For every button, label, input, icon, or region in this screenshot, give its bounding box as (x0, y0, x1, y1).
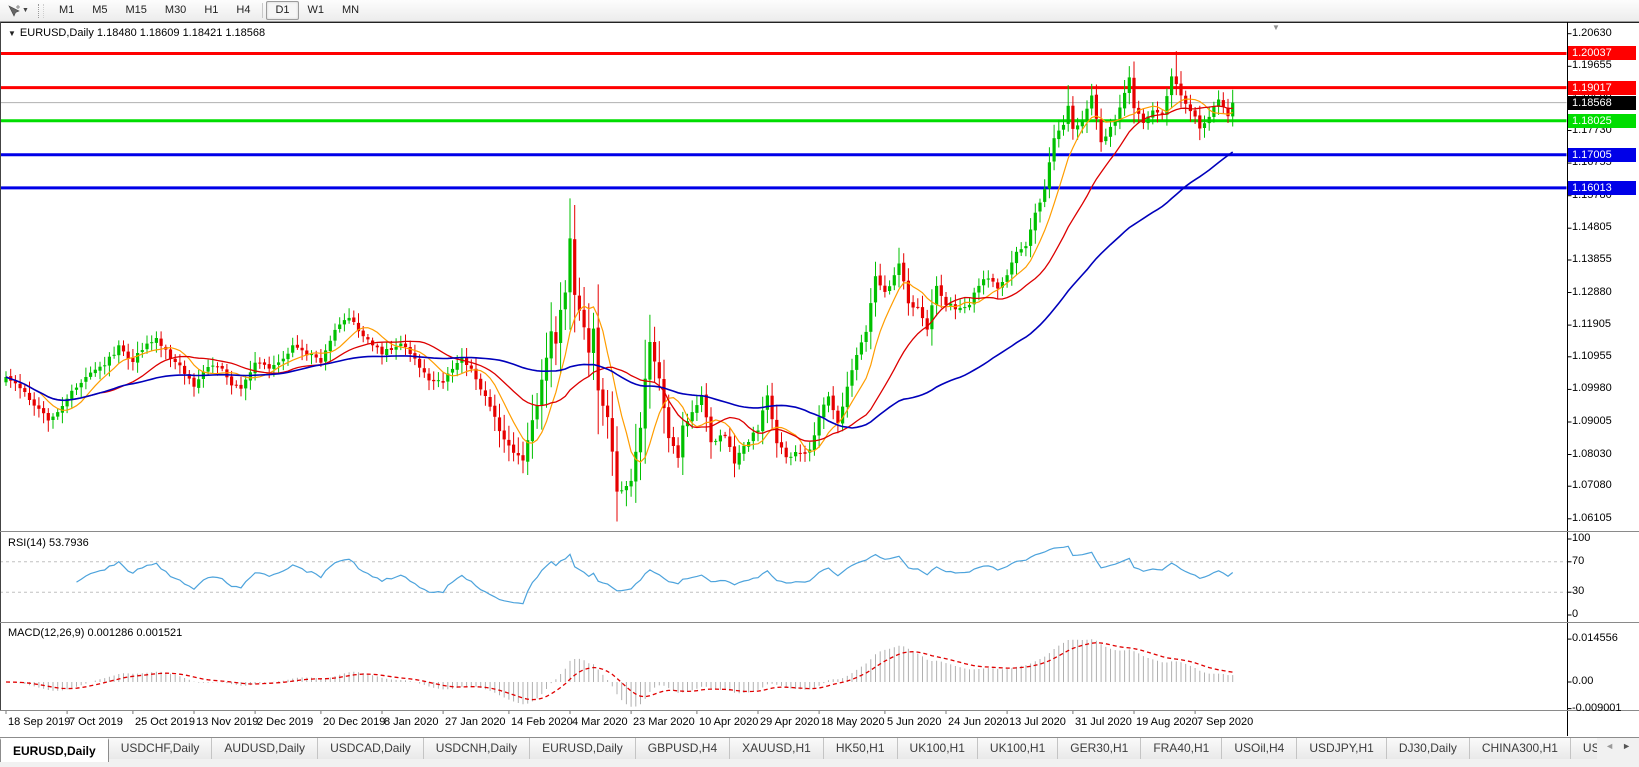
chart-tab-hk50-h1[interactable]: HK50,H1 (823, 738, 898, 759)
chart-tab-ger30-h1[interactable]: GER30,H1 (1058, 738, 1142, 759)
chart-shift-marker-icon[interactable]: ▼ (1272, 23, 1280, 32)
date-axis-label: 8 Jan 2020 (384, 716, 439, 728)
date-axis-label: 7 Oct 2019 (69, 716, 123, 728)
chart-tab-gbpusd-h4[interactable]: GBPUSD,H4 (635, 738, 731, 759)
cursor-tool-button[interactable]: ▼ (4, 3, 32, 19)
timeframe-button-m15[interactable]: M15 (117, 1, 156, 20)
macd-axis-tick-label: 0.014556 (1572, 632, 1618, 644)
toolbar-grip (37, 3, 44, 18)
price-axis-tick-label: 1.10955 (1572, 350, 1612, 362)
chart-tab-eurusd-daily[interactable]: EURUSD,Daily (530, 738, 636, 759)
toolbar-separator (262, 3, 264, 18)
chart-tab-eurusd-daily[interactable]: EURUSD,Daily (0, 738, 109, 762)
price-level-badge[interactable]: 1.18025 (1568, 114, 1636, 128)
chart-tab-usoil-h1[interactable]: USOil,H1 (1570, 738, 1598, 759)
date-axis-label: 5 Jun 2020 (887, 716, 942, 728)
chart-tab-xauusd-h1[interactable]: XAUUSD,H1 (730, 738, 824, 759)
chart-tab-dj30-daily[interactable]: DJ30,Daily (1386, 738, 1470, 759)
date-axis-label: 4 Mar 2020 (572, 716, 628, 728)
date-axis-label: 27 Jan 2020 (445, 716, 506, 728)
timeframe-button-h4[interactable]: H4 (227, 1, 259, 20)
chart-tab-bar: EURUSD,Daily USDCHF,Daily AUDUSD,Daily USDC… (0, 737, 1639, 767)
date-axis-label: 20 Dec 2019 (323, 716, 386, 728)
price-axis-tick-label: 1.12880 (1572, 286, 1612, 298)
date-axis-label: 10 Apr 2020 (699, 716, 759, 728)
chart-canvas (0, 22, 1639, 736)
date-axis-label: 19 Aug 2020 (1136, 716, 1198, 728)
timeframe-toolbar: ▼ M1 M5 M15 M30 H1 H4 D1 W1 MN (0, 0, 1639, 22)
timeframe-button-mn[interactable]: MN (333, 1, 368, 20)
price-axis-tick-label: 1.07080 (1572, 479, 1612, 491)
chart-tab-uk100-h1[interactable]: UK100,H1 (897, 738, 978, 759)
price-axis-tick-label: 1.09005 (1572, 415, 1612, 427)
date-axis-label: 13 Jul 2020 (1009, 716, 1066, 728)
rsi-axis-tick-label: 100 (1572, 532, 1591, 544)
price-level-badge[interactable]: 1.17005 (1568, 148, 1636, 162)
date-axis-label: 7 Sep 2020 (1197, 716, 1254, 728)
timeframe-buttons: M1 M5 M15 M30 H1 H4 D1 W1 MN (50, 1, 368, 20)
rsi-axis-tick-label: 30 (1572, 585, 1585, 597)
date-axis-label: 13 Nov 2019 (196, 716, 259, 728)
chart-tab-usdchf-daily[interactable]: USDCHF,Daily (108, 738, 213, 759)
price-axis-tick-label: 1.06105 (1572, 512, 1612, 524)
current-price-badge: 1.18568 (1568, 96, 1636, 110)
tabs-scroll-left-button[interactable]: ◄ (1605, 741, 1614, 751)
date-axis-label: 14 Feb 2020 (511, 716, 573, 728)
price-axis-tick-label: 1.13855 (1572, 253, 1612, 265)
date-axis-label: 2 Dec 2019 (257, 716, 314, 728)
date-axis-label: 24 Jun 2020 (948, 716, 1009, 728)
chart-tab-audusd-daily[interactable]: AUDUSD,Daily (212, 738, 319, 759)
price-level-badge[interactable]: 1.19017 (1568, 81, 1636, 95)
chart-tab-usdjpy-h1[interactable]: USDJPY,H1 (1297, 738, 1387, 759)
timeframe-button-h1[interactable]: H1 (195, 1, 227, 20)
chart-tab-uk100-h1[interactable]: UK100,H1 (977, 738, 1059, 759)
price-axis-tick-label: 1.14805 (1572, 221, 1612, 233)
rsi-axis-tick-label: 70 (1572, 555, 1585, 567)
price-level-badge[interactable]: 1.20037 (1568, 46, 1636, 60)
chart-tab-usdcnh-daily[interactable]: USDCNH,Daily (423, 738, 531, 759)
symbol-dropdown-icon[interactable]: ▼ (8, 29, 16, 38)
chart-stage[interactable]: ▼ EURUSD,Daily 1.18480 1.18609 1.18421 1.… (0, 22, 1639, 737)
chart-tab-china300-h1[interactable]: CHINA300,H1 (1469, 738, 1571, 759)
chart-tabs: EURUSD,Daily USDCHF,Daily AUDUSD,Daily USDC… (0, 738, 1598, 762)
tabs-scroll-right-button[interactable]: ► (1622, 741, 1631, 751)
timeframe-button-m30[interactable]: M30 (156, 1, 195, 20)
chart-title: ▼ EURUSD,Daily 1.18480 1.18609 1.18421 1.… (8, 27, 265, 39)
timeframe-button-m5[interactable]: M5 (83, 1, 116, 20)
macd-indicator-label: MACD(12,26,9) 0.001286 0.001521 (8, 627, 183, 639)
date-axis-label: 25 Oct 2019 (135, 716, 195, 728)
chart-title-text: EURUSD,Daily 1.18480 1.18609 1.18421 1.1… (19, 27, 266, 39)
chart-tab-fra40-h1[interactable]: FRA40,H1 (1141, 738, 1223, 759)
price-axis-tick-label: 1.19655 (1572, 59, 1612, 71)
trading-platform-window: ▼ M1 M5 M15 M30 H1 H4 D1 W1 MN ▼ EURUSD,Daily 1.1… (0, 0, 1639, 767)
cursor-tool-caret-icon[interactable]: ▼ (22, 7, 29, 14)
timeframe-button-m1[interactable]: M1 (50, 1, 83, 20)
date-axis-label: 23 Mar 2020 (633, 716, 695, 728)
timeframe-button-w1[interactable]: W1 (299, 1, 334, 20)
date-axis-label: 29 Apr 2020 (760, 716, 820, 728)
rsi-indicator-label: RSI(14) 53.7936 (8, 537, 89, 549)
macd-axis-tick-label: 0.00 (1572, 675, 1594, 687)
date-axis-label: 18 Sep 2019 (8, 716, 71, 728)
price-level-badge[interactable]: 1.16013 (1568, 181, 1636, 195)
tab-scrollers: ◄ ► (1597, 738, 1639, 751)
macd-axis-tick-label: -0.009001 (1572, 702, 1622, 714)
price-axis-tick-label: 1.20630 (1572, 27, 1612, 39)
price-axis-tick-label: 1.09980 (1572, 382, 1612, 394)
date-axis-label: 18 May 2020 (821, 716, 885, 728)
price-axis-tick-label: 1.11905 (1572, 318, 1611, 330)
date-axis-label: 31 Jul 2020 (1075, 716, 1132, 728)
rsi-axis-tick-label: 0 (1572, 608, 1579, 620)
price-axis-tick-label: 1.08030 (1572, 448, 1612, 460)
chart-tab-usdcad-daily[interactable]: USDCAD,Daily (318, 738, 424, 759)
chart-tab-usoil-h4[interactable]: USOil,H4 (1222, 738, 1298, 759)
timeframe-button-d1[interactable]: D1 (266, 1, 299, 20)
crosshair-tool-icon (8, 4, 20, 17)
